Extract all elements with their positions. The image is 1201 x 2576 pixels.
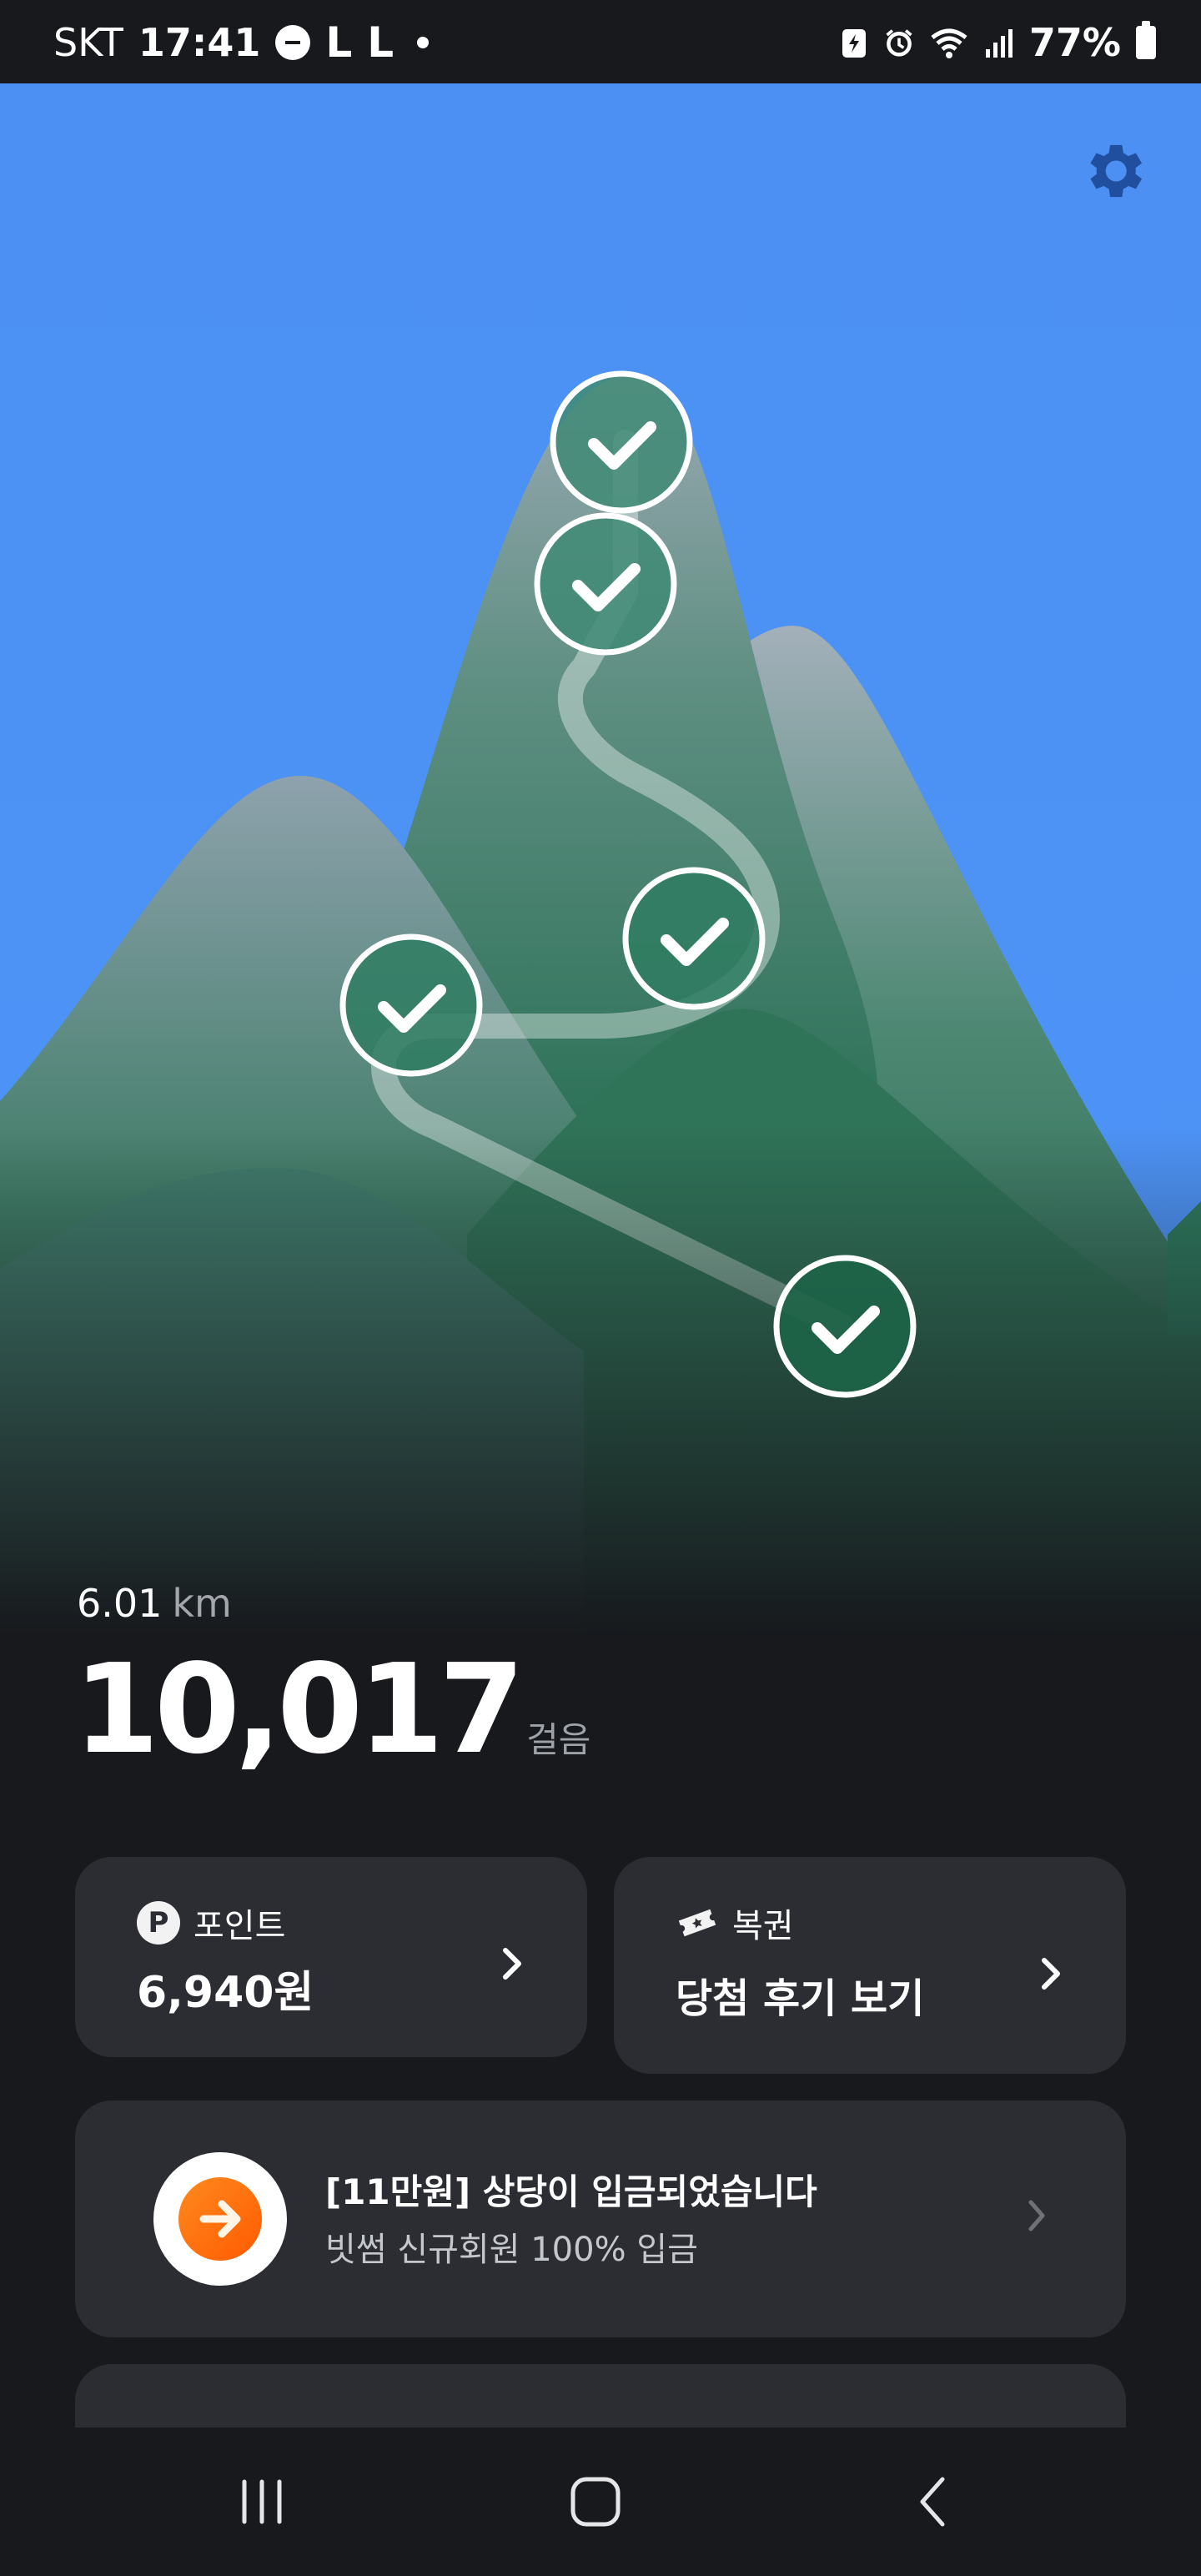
lottery-label-row: 복권 [676, 1899, 794, 1947]
steps-unit: 걸음 [526, 1719, 591, 1760]
system-navigation-bar [0, 2428, 1201, 2576]
arrow-right-glyph-icon [199, 2200, 241, 2238]
deposit-promo-card[interactable]: [11만원] 상당이 입금되었습니다 빗썸 신규회원 100% 입금 [75, 2101, 1126, 2337]
clock: 17:41 [138, 20, 261, 65]
points-card[interactable]: P 포인트 6,940원 [75, 1857, 587, 2057]
signal-icon [985, 29, 1013, 58]
points-label-row: P 포인트 [137, 1899, 285, 1947]
points-icon: P [137, 1901, 180, 1945]
recent-apps-button[interactable] [212, 2464, 312, 2539]
checkpoint-check-icon [339, 933, 483, 1077]
home-button[interactable] [545, 2464, 646, 2539]
points-value: 6,940원 [137, 1968, 314, 2018]
steps-readout: 10,017 걸음 [73, 1648, 590, 1771]
home-icon [570, 2477, 621, 2527]
checkpoint-layer [339, 370, 917, 1398]
chevron-right-icon [503, 1948, 521, 1980]
checkpoint-check-icon [622, 867, 766, 1010]
ticket-icon [678, 1909, 716, 1937]
status-bar-right: 77% [839, 20, 1156, 65]
points-label: 포인트 [193, 1907, 286, 1945]
alarm-icon [886, 29, 912, 57]
notification-icon [275, 25, 311, 60]
battery-saver-icon [842, 29, 866, 58]
status-bar-left: SKT 17:41 L L [53, 18, 430, 67]
checkpoint-check-icon [550, 370, 693, 514]
battery-percent: 77% [1028, 20, 1121, 65]
promo-title: [11만원] 상당이 입금되었습니다 [325, 2171, 817, 2212]
arrow-right-icon [178, 2177, 262, 2261]
mountain-hero [0, 83, 1201, 1635]
lottery-card[interactable]: 복권 당첨 후기 보기 [614, 1857, 1126, 2074]
steps-value: 10,017 [73, 1638, 525, 1781]
checkpoint-check-icon [534, 512, 677, 656]
status-bar: SKT 17:41 L L 77% [0, 0, 1201, 83]
distance-unit: km [172, 1581, 232, 1626]
more-notifications-dot-icon [417, 37, 430, 48]
distance-value: 6.01 [77, 1581, 163, 1626]
gear-icon [1090, 144, 1143, 198]
back-icon [920, 2477, 945, 2527]
chevron-right-icon [1028, 2200, 1045, 2231]
battery-icon [1136, 21, 1156, 59]
settings-button[interactable] [1076, 133, 1151, 209]
promo-icon-badge [153, 2152, 287, 2286]
lottery-label: 복권 [732, 1907, 794, 1945]
recent-apps-icon [242, 2479, 282, 2524]
carrier-label: SKT [53, 20, 123, 65]
checkpoint-check-icon [773, 1255, 917, 1398]
notification-letter-icon: L [367, 18, 394, 67]
chevron-right-icon [1042, 1958, 1060, 1990]
distance-readout: 6.01 km [77, 1581, 232, 1626]
promo-subtitle: 빗썸 신규회원 100% 입금 [325, 2231, 698, 2269]
back-button[interactable] [884, 2464, 984, 2539]
wifi-icon [931, 28, 967, 58]
lottery-value: 당첨 후기 보기 [676, 1975, 925, 2022]
notification-letter-icon: L [325, 18, 353, 67]
